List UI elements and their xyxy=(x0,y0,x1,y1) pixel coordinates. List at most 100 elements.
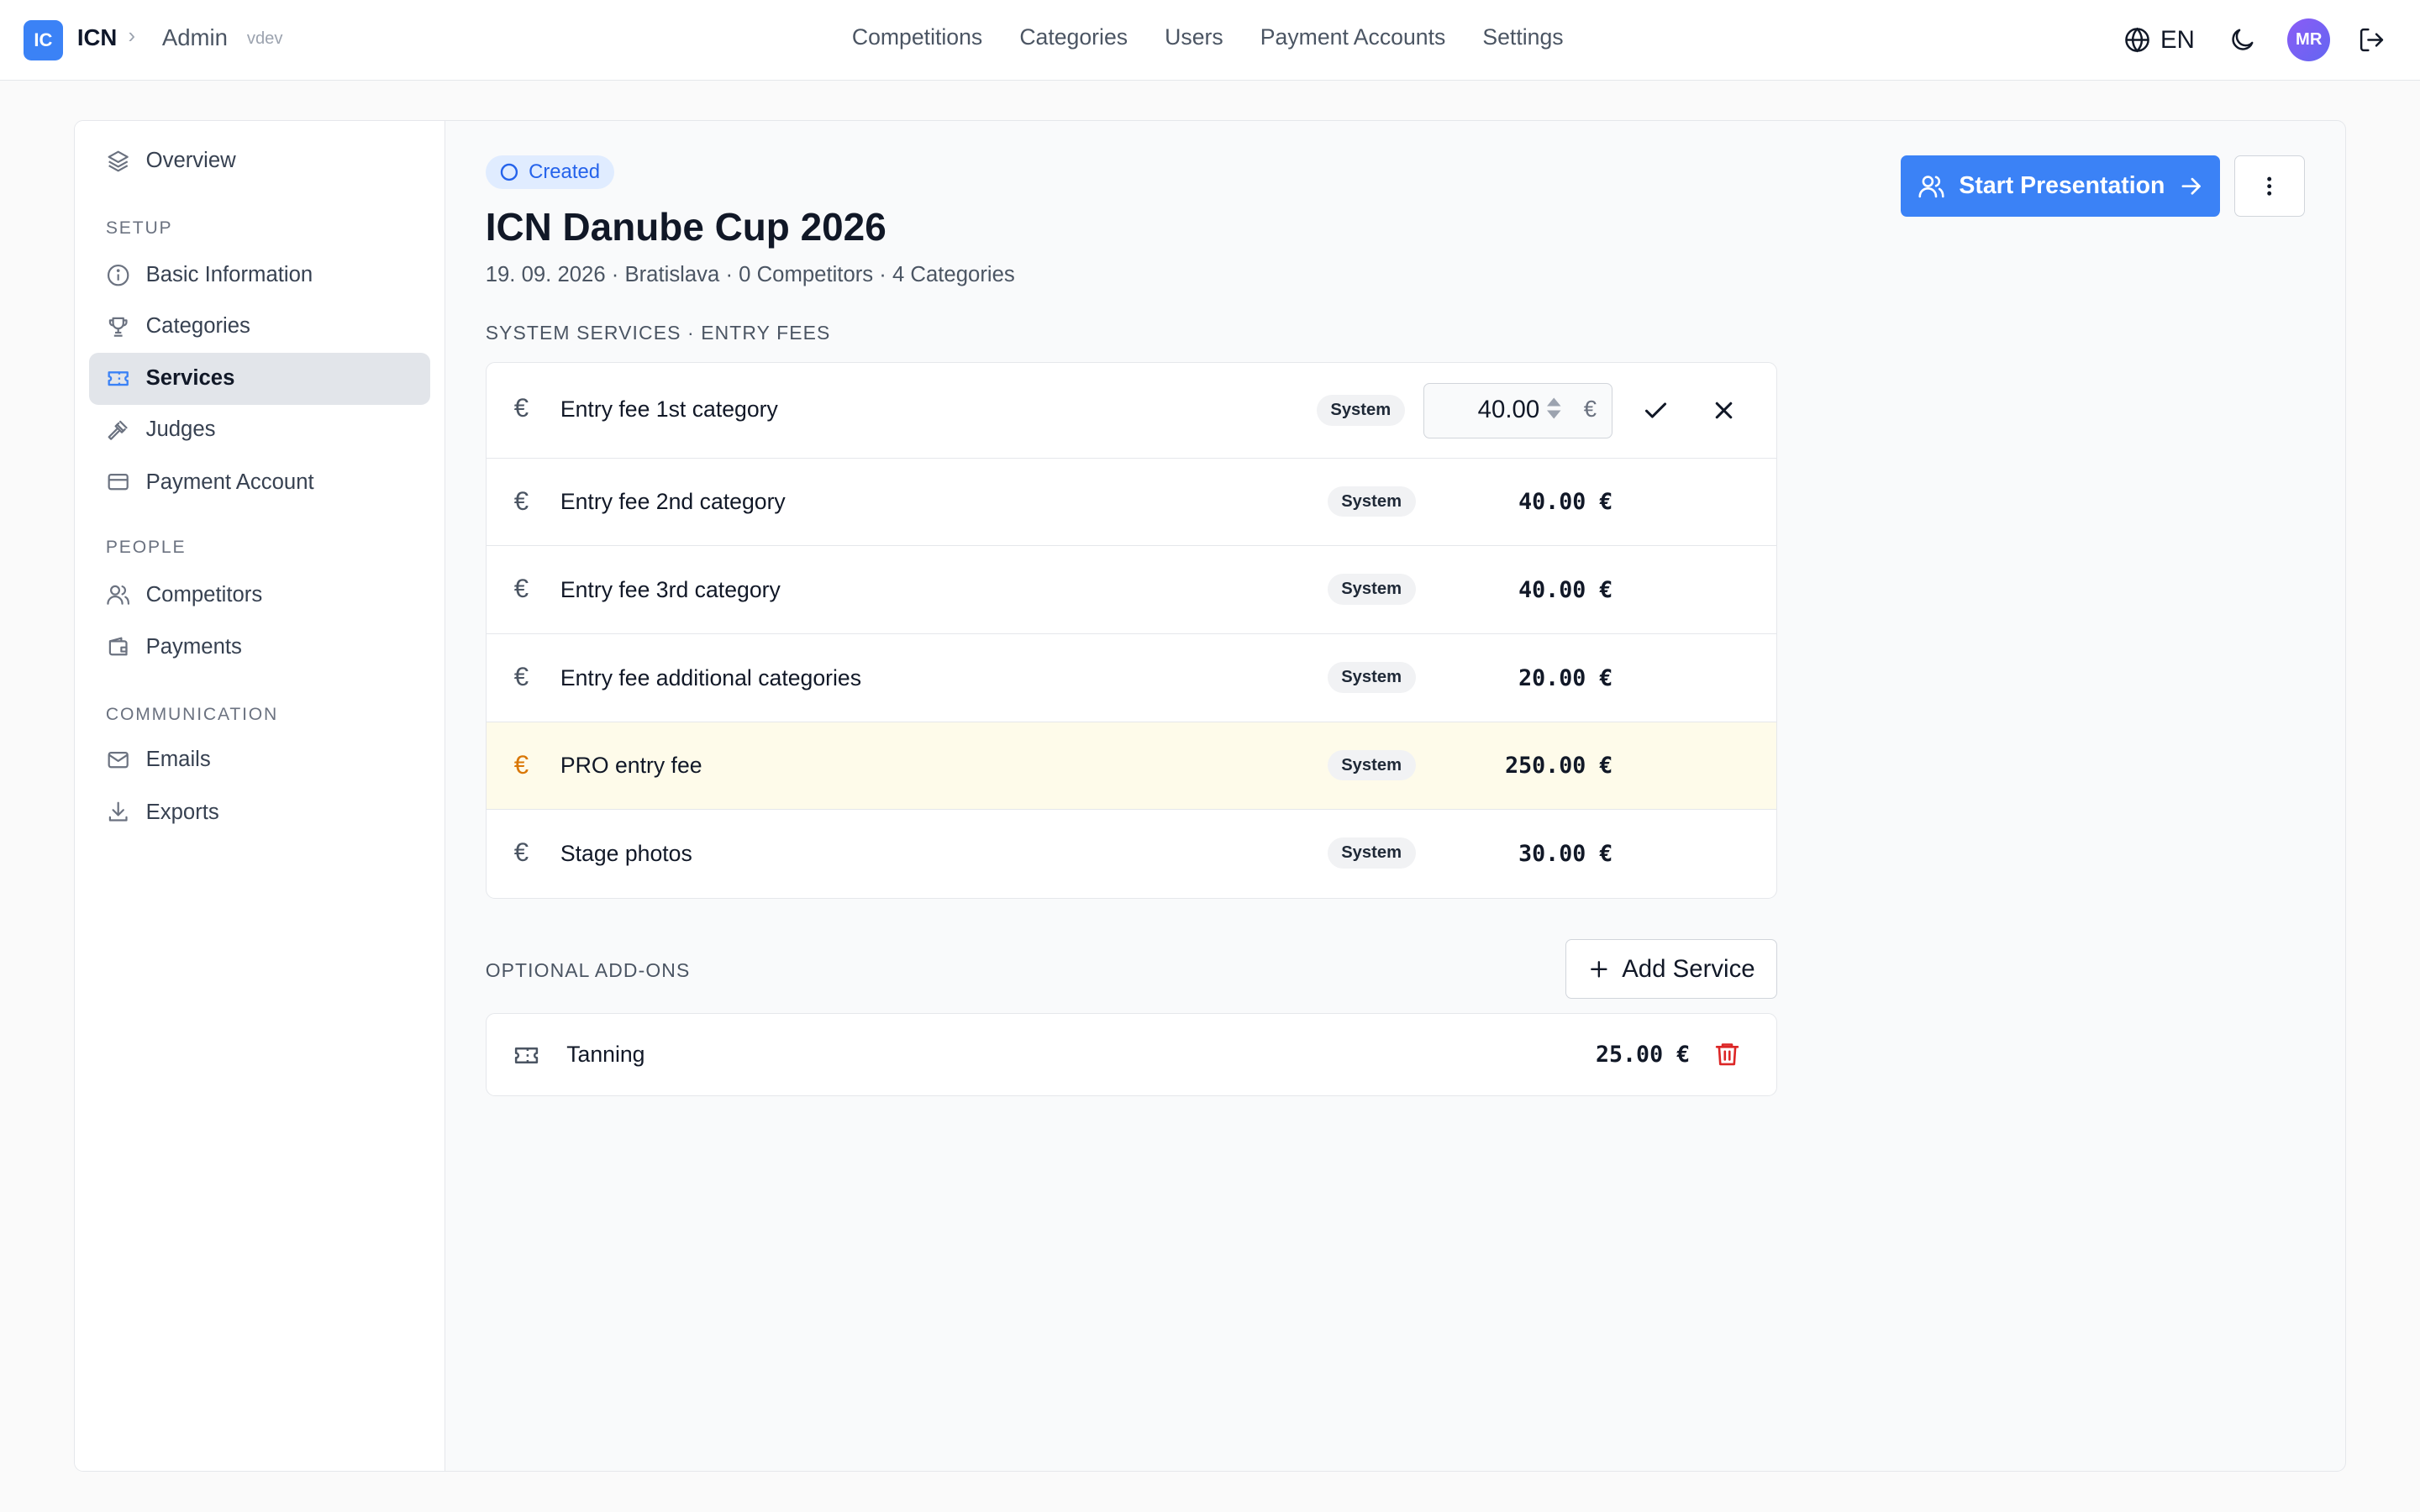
nav-categories[interactable]: Categories xyxy=(1019,24,1128,50)
addon-row[interactable]: Tanning 25.00 € xyxy=(487,1014,1776,1095)
logout-button[interactable] xyxy=(2358,26,2386,54)
sidebar-item-categories[interactable]: Categories xyxy=(89,300,430,352)
sidebar-item-exports[interactable]: Exports xyxy=(89,786,430,838)
arrow-right-icon xyxy=(2181,177,2201,195)
sidebar-item-overview[interactable]: Overview xyxy=(89,135,430,187)
more-options-button[interactable] xyxy=(2233,155,2306,218)
system-badge: System xyxy=(1327,574,1416,606)
service-row[interactable]: € Entry fee additional categories System… xyxy=(486,634,1777,722)
sidebar-item-emails[interactable]: Emails xyxy=(89,733,430,785)
sidebar-item-label: Overview xyxy=(145,149,236,173)
sidebar-item-label: Emails xyxy=(145,748,211,772)
sidebar-item-label: Competitors xyxy=(145,582,263,606)
layers-icon xyxy=(106,149,130,173)
caret-up-icon[interactable] xyxy=(1547,397,1561,407)
info-icon xyxy=(106,263,130,287)
status-badge: Created xyxy=(485,155,614,190)
sidebar-item-payment-account[interactable]: Payment Account xyxy=(89,456,430,508)
sidebar-item-label: Services xyxy=(145,366,235,391)
price-input[interactable] xyxy=(1446,396,1540,425)
sidebar-item-basic-information[interactable]: Basic Information xyxy=(89,249,430,302)
service-label: Entry fee 2nd category xyxy=(560,489,786,515)
sidebar-item-label: Judges xyxy=(145,417,216,442)
sidebar-item-label: Categories xyxy=(145,314,250,339)
service-price: 250.00 € xyxy=(1505,753,1613,780)
wallet-icon xyxy=(106,635,130,659)
ticket-icon xyxy=(513,1042,540,1069)
sidebar-item-services[interactable]: Services xyxy=(88,352,430,406)
system-services-heading: SYSTEM SERVICES · ENTRY FEES xyxy=(485,322,831,344)
sidebar-item-judges[interactable]: Judges xyxy=(89,403,430,455)
addon-price: 25.00 € xyxy=(1595,1041,1691,1068)
start-presentation-button[interactable]: Start Presentation xyxy=(1900,155,2221,218)
sidebar-heading-people: PEOPLE xyxy=(105,538,187,558)
plus-icon xyxy=(1590,960,1607,978)
top-nav: Competitions Categories Users Payment Ac… xyxy=(852,24,1564,50)
service-row[interactable]: € Entry fee 2nd category System 40.00 € xyxy=(486,459,1777,547)
service-price: 20.00 € xyxy=(1518,664,1613,691)
sidebar-item-label: Payment Account xyxy=(145,470,314,494)
sidebar-item-label: Exports xyxy=(145,800,219,824)
nav-competitions[interactable]: Competitions xyxy=(852,24,982,50)
breadcrumb-chevron-icon: › xyxy=(128,24,135,49)
language-switcher[interactable]: EN xyxy=(2123,26,2195,55)
sidebar-heading-communication: COMMUNICATION xyxy=(105,704,279,724)
env-label: vdev xyxy=(246,29,283,48)
theme-toggle[interactable] xyxy=(2228,26,2256,54)
service-price: 40.00 € xyxy=(1518,489,1613,516)
top-bar: IC ICN › Admin vdev Competitions Categor… xyxy=(0,0,2420,81)
download-icon xyxy=(106,800,130,824)
breadcrumb-admin[interactable]: Admin xyxy=(162,24,228,51)
system-badge: System xyxy=(1327,486,1416,517)
add-service-button[interactable]: Add Service xyxy=(1565,938,1778,1000)
circle-icon xyxy=(501,163,518,181)
page-title: ICN Danube Cup 2026 xyxy=(485,205,886,249)
service-price: 40.00 € xyxy=(1518,577,1613,604)
system-services-card: € Entry fee 1st category System € xyxy=(485,361,1778,899)
addon-label: Tanning xyxy=(566,1041,645,1067)
sidebar-item-payments[interactable]: Payments xyxy=(89,621,430,673)
caret-down-icon[interactable] xyxy=(1547,410,1561,419)
main-frame: Overview SETUP Basic Information Categor… xyxy=(74,120,2346,1473)
mail-icon xyxy=(106,748,130,772)
service-row-highlighted[interactable]: € PRO entry fee System 250.00 € xyxy=(486,722,1777,811)
cancel-edit-button[interactable] xyxy=(1710,396,1738,424)
trophy-icon xyxy=(106,314,130,339)
sidebar-item-label: Basic Information xyxy=(145,263,313,287)
top-right-controls: EN MR xyxy=(2123,18,2386,62)
status-text: Created xyxy=(529,160,600,183)
nav-users[interactable]: Users xyxy=(1165,24,1223,50)
user-avatar[interactable]: MR xyxy=(2287,18,2331,62)
sidebar-heading-setup: SETUP xyxy=(105,218,173,238)
euro-icon: € xyxy=(513,486,529,516)
confirm-edit-button[interactable] xyxy=(1642,396,1670,424)
service-row[interactable]: € Stage photos System 30.00 € xyxy=(487,810,1776,898)
nav-settings[interactable]: Settings xyxy=(1482,24,1563,50)
globe-icon xyxy=(2125,27,2149,53)
app-logo[interactable]: IC xyxy=(23,19,64,60)
brand-name[interactable]: ICN xyxy=(77,24,117,51)
start-presentation-label: Start Presentation xyxy=(1959,171,2165,199)
price-stepper[interactable] xyxy=(1547,397,1561,419)
more-vertical-icon xyxy=(2267,176,2272,196)
price-edit-field[interactable]: € xyxy=(1423,382,1613,438)
credit-card-icon xyxy=(106,470,130,494)
sidebar-item-competitors[interactable]: Competitors xyxy=(89,569,430,621)
service-label: Entry fee 1st category xyxy=(560,396,778,423)
euro-icon: € xyxy=(513,749,529,780)
system-badge: System xyxy=(1327,749,1416,781)
service-row: € Entry fee 1st category System € xyxy=(486,363,1777,459)
euro-icon: € xyxy=(513,837,529,868)
currency-unit: € xyxy=(1583,396,1597,423)
optional-addons-heading: OPTIONAL ADD-ONS xyxy=(485,958,691,981)
users-icon xyxy=(1918,176,1944,198)
delete-addon-button[interactable] xyxy=(1713,1040,1741,1068)
euro-icon: € xyxy=(513,393,529,423)
euro-icon: € xyxy=(513,662,529,692)
nav-payment-accounts[interactable]: Payment Accounts xyxy=(1260,24,1446,50)
gavel-icon xyxy=(106,417,130,442)
add-service-label: Add Service xyxy=(1622,954,1755,983)
trash-icon xyxy=(1715,1043,1739,1066)
service-row[interactable]: € Entry fee 3rd category System 40.00 € xyxy=(486,546,1777,635)
system-badge: System xyxy=(1327,837,1416,869)
